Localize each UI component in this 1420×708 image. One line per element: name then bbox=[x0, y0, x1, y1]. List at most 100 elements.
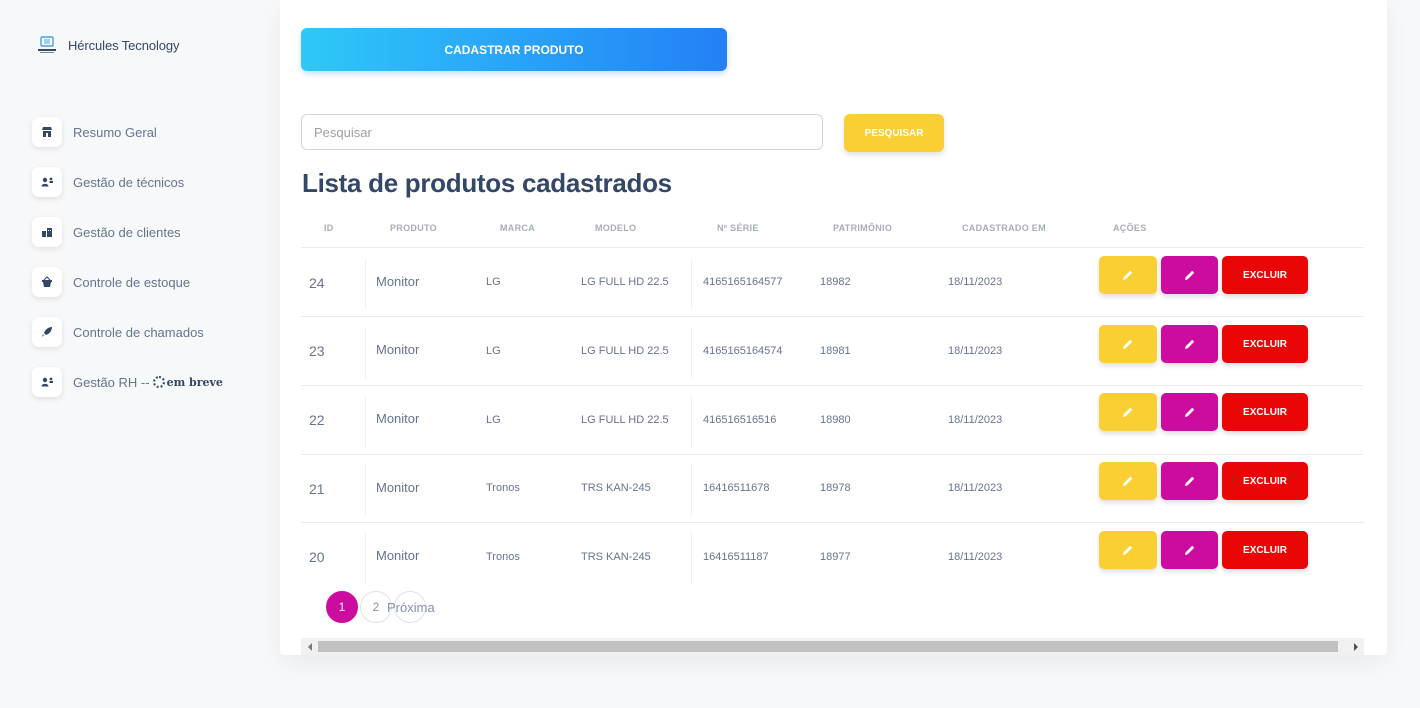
users-icon bbox=[32, 367, 62, 397]
column-header-marca[interactable]: MARCA bbox=[500, 223, 535, 233]
delete-button[interactable]: EXCLUIR bbox=[1222, 325, 1308, 363]
sidebar-item-gestao-rh[interactable]: Gestão RH -- em breve bbox=[32, 357, 223, 407]
pencil-icon bbox=[1184, 545, 1194, 555]
brand[interactable]: Hércules Tecnology bbox=[36, 35, 180, 55]
cell-produto: Monitor bbox=[376, 342, 420, 357]
cell-serie: 4165165164574 bbox=[703, 345, 783, 357]
table-row: 23 Monitor LG LG FULL HD 22.5 4165165164… bbox=[301, 317, 1364, 386]
table-row: 22 Monitor LG LG FULL HD 22.5 4165165165… bbox=[301, 386, 1364, 455]
update-button[interactable] bbox=[1161, 393, 1218, 431]
column-divider bbox=[691, 464, 692, 516]
sidebar-item-controle-estoque[interactable]: Controle de estoque bbox=[32, 257, 223, 307]
cell-modelo: TRS KAN-245 bbox=[581, 551, 651, 563]
delete-button[interactable]: EXCLUIR bbox=[1222, 393, 1308, 431]
column-header-patrimonio[interactable]: PATRIMÔNIO bbox=[833, 223, 892, 233]
sidebar-item-label: Controle de estoque bbox=[73, 274, 191, 290]
edit-button[interactable] bbox=[1099, 531, 1157, 569]
cell-id: 20 bbox=[309, 549, 325, 565]
cell-modelo: LG FULL HD 22.5 bbox=[581, 276, 669, 288]
coming-soon-label: em breve bbox=[166, 375, 223, 389]
cell-id: 24 bbox=[309, 275, 325, 291]
column-divider bbox=[365, 396, 366, 448]
column-divider bbox=[691, 327, 692, 379]
page-button-1[interactable]: 1 bbox=[326, 591, 358, 623]
brand-name: Hércules Tecnology bbox=[68, 37, 180, 53]
column-divider bbox=[691, 396, 692, 448]
column-header-modelo[interactable]: MODELO bbox=[595, 223, 636, 233]
pencil-icon bbox=[1123, 270, 1133, 280]
pencil-icon bbox=[1123, 545, 1133, 555]
pencil-icon bbox=[1123, 476, 1133, 486]
edit-button[interactable] bbox=[1099, 462, 1157, 500]
scroll-right-icon[interactable] bbox=[1347, 638, 1364, 655]
pencil-icon bbox=[1123, 339, 1133, 349]
sidebar-item-label: Gestão de técnicos bbox=[73, 174, 185, 190]
cell-produto: Monitor bbox=[376, 274, 420, 289]
cell-serie: 4165165164577 bbox=[703, 276, 783, 288]
register-product-button[interactable]: CADASTRAR PRODUTO bbox=[301, 28, 727, 71]
search-input[interactable] bbox=[301, 114, 823, 150]
sidebar-item-label: Gestão RH -- bbox=[73, 374, 150, 390]
sidebar-nav: Resumo Geral Gestão de técnicos Gestão d… bbox=[32, 107, 223, 407]
cell-modelo: LG FULL HD 22.5 bbox=[581, 414, 669, 426]
sidebar-item-resumo-geral[interactable]: Resumo Geral bbox=[32, 107, 223, 157]
search-button[interactable]: PESQUISAR bbox=[844, 114, 944, 152]
update-button[interactable] bbox=[1161, 462, 1218, 500]
logo-icon bbox=[36, 35, 58, 55]
cell-produto: Monitor bbox=[376, 411, 420, 426]
delete-button[interactable]: EXCLUIR bbox=[1222, 256, 1308, 294]
column-header-id[interactable]: ID bbox=[324, 223, 334, 233]
sidebar-item-controle-chamados[interactable]: Controle de chamados bbox=[32, 307, 223, 357]
coming-soon-badge: em breve bbox=[152, 375, 223, 389]
column-header-produto[interactable]: PRODUTO bbox=[390, 223, 437, 233]
cell-id: 21 bbox=[309, 481, 325, 497]
cell-marca: LG bbox=[486, 414, 501, 426]
pencil-icon bbox=[1184, 270, 1194, 280]
cell-data: 18/11/2023 bbox=[948, 345, 1003, 357]
cell-produto: Monitor bbox=[376, 480, 420, 495]
pencil-icon bbox=[1184, 476, 1194, 486]
cell-patrimonio: 18977 bbox=[820, 551, 851, 563]
edit-button[interactable] bbox=[1099, 256, 1157, 294]
sidebar: Hércules Tecnology Resumo Geral Gestão d… bbox=[0, 0, 270, 708]
edit-button[interactable] bbox=[1099, 325, 1157, 363]
scrollbar-thumb[interactable] bbox=[318, 641, 1338, 652]
sidebar-item-gestao-tecnicos[interactable]: Gestão de técnicos bbox=[32, 157, 223, 207]
column-header-acoes: AÇÕES bbox=[1113, 223, 1147, 233]
horizontal-scrollbar[interactable] bbox=[301, 638, 1364, 655]
rocket-icon bbox=[32, 317, 62, 347]
edit-button[interactable] bbox=[1099, 393, 1157, 431]
sidebar-item-gestao-clientes[interactable]: Gestão de clientes bbox=[32, 207, 223, 257]
spinner-icon bbox=[152, 376, 165, 388]
pencil-icon bbox=[1123, 407, 1133, 417]
column-header-cadastrado-em[interactable]: CADASTRADO EM bbox=[962, 223, 1046, 233]
basket-icon bbox=[32, 267, 62, 297]
update-button[interactable] bbox=[1161, 256, 1218, 294]
column-divider bbox=[365, 327, 366, 379]
cell-id: 23 bbox=[309, 343, 325, 359]
cell-modelo: TRS KAN-245 bbox=[581, 482, 651, 494]
next-page-link[interactable]: Próxima bbox=[387, 600, 435, 615]
cell-patrimonio: 18978 bbox=[820, 482, 851, 494]
cell-serie: 16416511187 bbox=[703, 551, 769, 563]
update-button[interactable] bbox=[1161, 325, 1218, 363]
update-button[interactable] bbox=[1161, 531, 1218, 569]
main-card: CADASTRAR PRODUTO PESQUISAR Lista de pro… bbox=[280, 0, 1387, 655]
pencil-icon bbox=[1184, 339, 1194, 349]
table-row: 21 Monitor Tronos TRS KAN-245 1641651167… bbox=[301, 454, 1364, 523]
column-header-serie[interactable]: Nº SÉRIE bbox=[717, 223, 759, 233]
sidebar-item-label: Controle de chamados bbox=[73, 324, 204, 340]
cell-marca: LG bbox=[486, 345, 501, 357]
cell-data: 18/11/2023 bbox=[948, 276, 1003, 288]
sidebar-item-label: Gestão de clientes bbox=[73, 224, 181, 240]
delete-button[interactable]: EXCLUIR bbox=[1222, 531, 1308, 569]
table-row: 24 Monitor LG LG FULL HD 22.5 4165165164… bbox=[301, 248, 1364, 317]
cell-data: 18/11/2023 bbox=[948, 482, 1003, 494]
pagination: 1 2 Próxima bbox=[326, 591, 435, 623]
column-divider bbox=[365, 258, 366, 310]
sidebar-item-label: Resumo Geral bbox=[73, 124, 157, 140]
scroll-left-icon[interactable] bbox=[301, 638, 318, 655]
store-icon bbox=[32, 117, 62, 147]
table-header: ID PRODUTO MARCA MODELO Nº SÉRIE PATRIMÔ… bbox=[301, 208, 1364, 248]
delete-button[interactable]: EXCLUIR bbox=[1222, 462, 1308, 500]
